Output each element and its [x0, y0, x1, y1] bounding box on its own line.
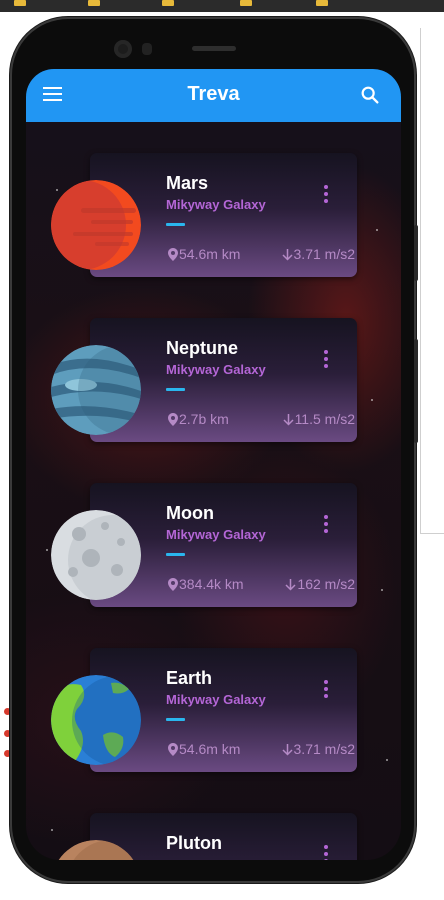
card-divider: [166, 388, 185, 391]
location-pin-icon: [168, 248, 178, 261]
app-screen: Treva Mars Mikyway Galaxy 54.6m km 3.71 …: [26, 69, 401, 860]
planet-stats: 2.7b km 11.5 m/s2: [168, 411, 358, 429]
distance-value: 54.6m km: [179, 246, 241, 262]
planet-name: Earth: [166, 668, 213, 688]
red-indicator: [4, 750, 11, 757]
red-indicator: [4, 730, 11, 737]
gravity-value: 3.71 m/s2: [293, 741, 355, 757]
neptune-planet-icon: [51, 345, 141, 435]
location-pin-icon: [168, 413, 178, 426]
location-pin-icon: [168, 578, 178, 591]
gravity-value: 162 m/s2: [297, 576, 355, 592]
distance-stat: 2.7b km: [168, 411, 229, 427]
card-divider: [166, 223, 185, 226]
planet-stats: 54.6m km 3.71 m/s2: [168, 741, 358, 759]
more-options-icon[interactable]: [323, 350, 329, 368]
distance-stat: 54.6m km: [168, 741, 240, 757]
mars-planet-icon: [51, 180, 141, 270]
front-camera-icon: [114, 40, 132, 58]
planet-card-pluton[interactable]: Pluton: [90, 813, 357, 860]
planet-name: Neptune: [166, 338, 238, 358]
gravity-value: 3.71 m/s2: [293, 246, 355, 262]
arrow-down-icon: [285, 579, 296, 591]
distance-stat: 54.6m km: [168, 246, 240, 262]
more-options-icon[interactable]: [323, 845, 329, 860]
browser-side-panel: [420, 28, 444, 534]
gravity-value: 11.5 m/s2: [294, 411, 355, 427]
distance-stat: 384.4k km: [168, 576, 244, 592]
search-icon[interactable]: [359, 84, 381, 106]
power-button: [414, 339, 418, 443]
distance-value: 2.7b km: [179, 411, 229, 427]
arrow-down-icon: [281, 249, 293, 261]
planet-name: Mars: [166, 173, 209, 193]
phone-frame: Treva Mars Mikyway Galaxy 54.6m km 3.71 …: [12, 19, 418, 881]
arrow-down-icon: [281, 744, 293, 756]
moon-planet-icon: [51, 510, 141, 600]
red-indicator: [4, 708, 11, 715]
volume-button: [414, 225, 418, 281]
distance-value: 384.4k km: [179, 576, 244, 592]
card-divider: [166, 718, 185, 721]
planet-name: Moon: [166, 503, 214, 523]
planet-galaxy: Mikyway Galaxy: [166, 197, 266, 212]
more-options-icon[interactable]: [323, 515, 329, 533]
app-bar: Treva: [26, 69, 401, 122]
gravity-stat: 3.71 m/s2: [281, 741, 355, 757]
gravity-stat: 11.5 m/s2: [283, 411, 355, 427]
sensor-icon: [142, 43, 152, 55]
gravity-stat: 162 m/s2: [285, 576, 355, 592]
earpiece-speaker: [192, 46, 236, 51]
arrow-down-icon: [283, 414, 294, 426]
more-options-icon[interactable]: [323, 185, 329, 203]
more-options-icon[interactable]: [323, 680, 329, 698]
distance-value: 54.6m km: [179, 741, 241, 757]
app-title: Treva: [187, 83, 240, 105]
gravity-stat: 3.71 m/s2: [281, 246, 355, 262]
location-pin-icon: [168, 743, 178, 756]
planet-galaxy: Mikyway Galaxy: [166, 362, 266, 377]
earth-planet-icon: [51, 675, 141, 765]
browser-bookmarks-bar: [0, 0, 444, 12]
planet-name: Pluton: [166, 833, 222, 853]
card-divider: [166, 553, 185, 556]
planet-galaxy: Mikyway Galaxy: [166, 692, 266, 707]
planet-stats: 384.4k km 162 m/s2: [168, 576, 358, 594]
planet-galaxy: Mikyway Galaxy: [166, 527, 266, 542]
planet-stats: 54.6m km 3.71 m/s2: [168, 246, 358, 264]
